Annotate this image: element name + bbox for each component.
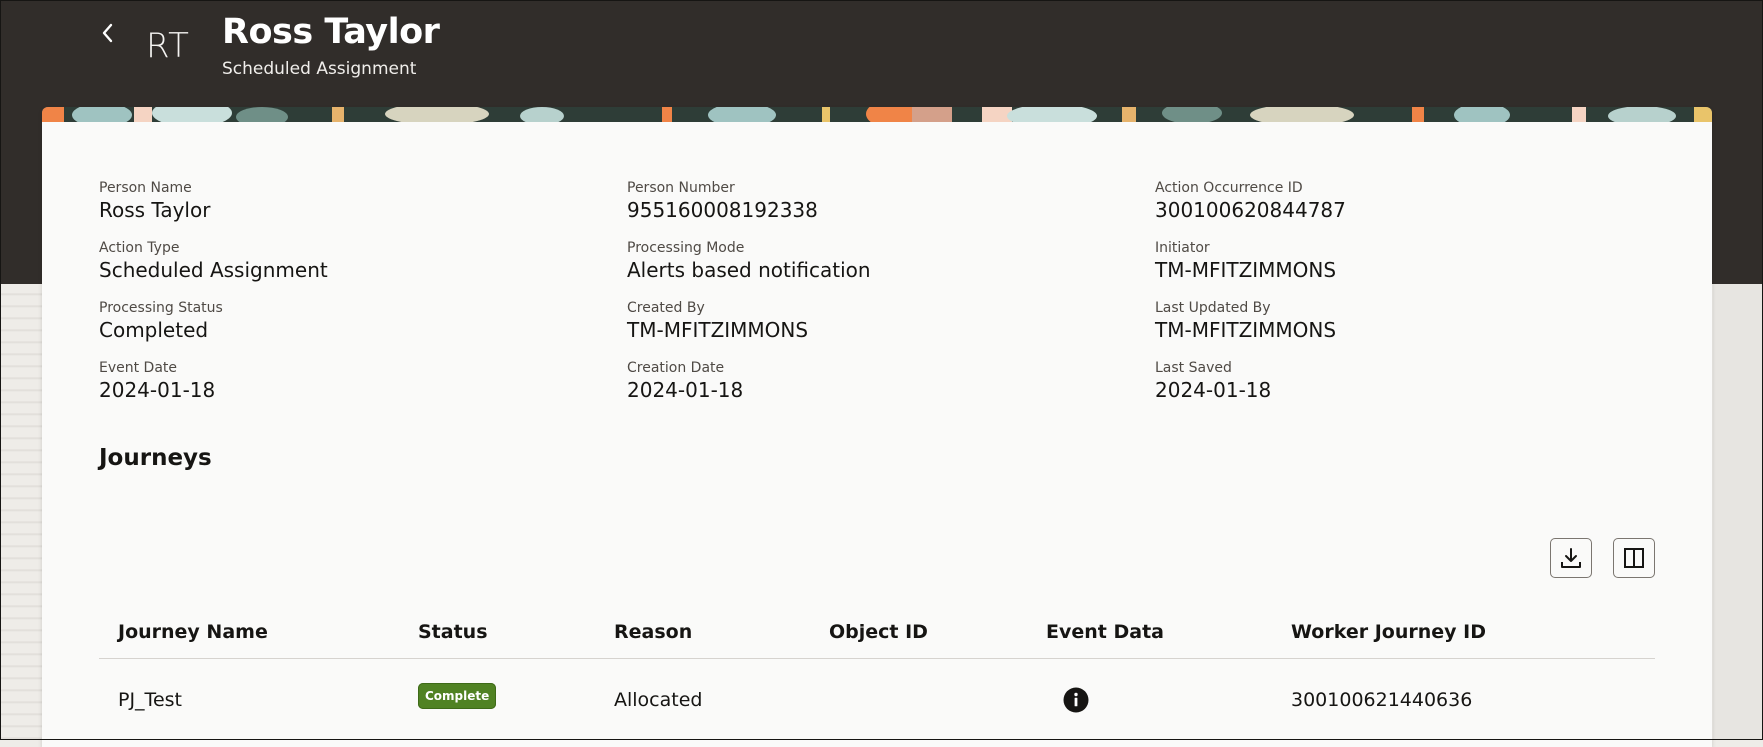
page-subtitle: Scheduled Assignment: [222, 59, 417, 79]
field-value: TM-MFITZIMMONS: [1155, 258, 1337, 282]
background-texture-right: [1713, 284, 1763, 740]
field-value: 955160008192338: [627, 198, 818, 222]
field-action-type: Action Type Scheduled Assignment: [99, 240, 328, 282]
field-label: Processing Mode: [627, 240, 745, 256]
field-person-number: Person Number 955160008192338: [627, 180, 818, 222]
field-last-updated-by: Last Updated By TM-MFITZIMMONS: [1155, 300, 1336, 342]
field-action-occurrence-id: Action Occurrence ID 300100620844787: [1155, 180, 1346, 222]
decorative-banner: [42, 107, 1712, 122]
field-creation-date: Creation Date 2024-01-18: [627, 360, 743, 402]
field-created-by: Created By TM-MFITZIMMONS: [627, 300, 808, 342]
download-icon: [1561, 548, 1581, 568]
field-label: Last Updated By: [1155, 300, 1271, 316]
field-last-saved: Last Saved 2024-01-18: [1155, 360, 1271, 402]
cell-reason: Allocated: [614, 689, 703, 711]
column-header-reason[interactable]: Reason: [614, 621, 692, 643]
background-texture-left: [0, 284, 42, 740]
cell-worker-journey-id: 300100621440636: [1291, 689, 1473, 711]
field-processing-mode: Processing Mode Alerts based notificatio…: [627, 240, 871, 282]
status-badge: Complete: [418, 683, 497, 709]
field-value: 2024-01-18: [627, 378, 744, 402]
page-title: Ross Taylor: [222, 12, 440, 52]
details-card: Person Name Ross Taylor Person Number 95…: [42, 107, 1712, 747]
field-value: TM-MFITZIMMONS: [627, 318, 809, 342]
table-header: Journey Name Status Reason Object ID Eve…: [99, 595, 1655, 659]
columns-icon: [1624, 548, 1644, 568]
field-processing-status: Processing Status Completed: [99, 300, 223, 342]
field-value: Ross Taylor: [99, 198, 211, 222]
field-label: Processing Status: [99, 300, 223, 316]
back-button[interactable]: [92, 18, 122, 48]
field-value: 2024-01-18: [1155, 378, 1272, 402]
info-icon[interactable]: [1063, 687, 1089, 713]
avatar: RT: [146, 26, 190, 66]
field-value: 2024-01-18: [99, 378, 216, 402]
field-label: Action Type: [99, 240, 180, 256]
field-label: Creation Date: [627, 360, 725, 376]
field-label: Event Date: [99, 360, 178, 376]
field-event-date: Event Date 2024-01-18: [99, 360, 215, 402]
field-value: Scheduled Assignment: [99, 258, 328, 282]
field-label: Action Occurrence ID: [1155, 180, 1303, 196]
column-header-journey-name[interactable]: Journey Name: [118, 621, 268, 643]
column-header-status[interactable]: Status: [418, 621, 488, 643]
field-value: TM-MFITZIMMONS: [1155, 318, 1337, 342]
cell-journey-name[interactable]: PJ_Test: [118, 689, 182, 711]
column-header-worker-journey-id[interactable]: Worker Journey ID: [1291, 621, 1486, 643]
columns-button[interactable]: [1613, 538, 1655, 578]
chevron-left-icon: [102, 23, 113, 43]
field-value: 300100620844787: [1155, 198, 1346, 222]
column-header-object-id[interactable]: Object ID: [829, 621, 928, 643]
table-row[interactable]: PJ_Test Complete Allocated 3001006214406…: [99, 659, 1655, 743]
field-label: Created By: [627, 300, 705, 316]
download-button[interactable]: [1550, 538, 1592, 578]
field-initiator: Initiator TM-MFITZIMMONS: [1155, 240, 1336, 282]
column-header-event-data[interactable]: Event Data: [1046, 621, 1164, 643]
field-label: Initiator: [1155, 240, 1210, 256]
journeys-table: Journey Name Status Reason Object ID Eve…: [99, 595, 1655, 743]
field-value: Alerts based notification: [627, 258, 871, 282]
field-value: Completed: [99, 318, 209, 342]
field-label: Person Number: [627, 180, 735, 196]
field-label: Person Name: [99, 180, 192, 196]
field-label: Last Saved: [1155, 360, 1232, 376]
field-person-name: Person Name Ross Taylor: [99, 180, 210, 222]
journeys-heading: Journeys: [99, 445, 212, 471]
